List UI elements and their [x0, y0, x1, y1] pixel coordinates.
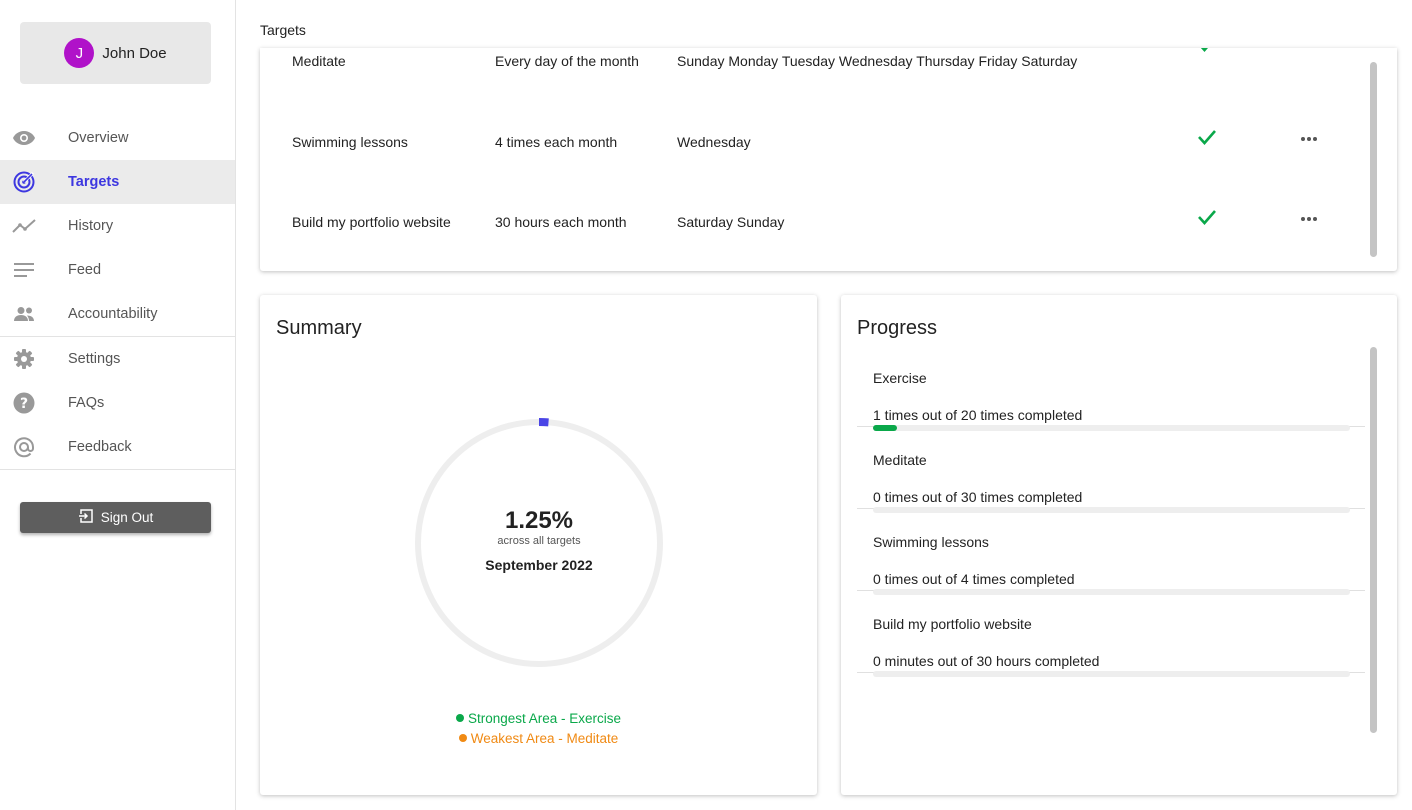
check-icon [1197, 48, 1217, 56]
sidebar-item-accountability[interactable]: Accountability [0, 292, 235, 336]
weakest-area: Weakest Area - Meditate [260, 729, 817, 749]
targets-scrollbar[interactable] [1370, 62, 1377, 257]
summary-percent: 1.25% [504, 507, 574, 534]
sidebar-nav: Overview Targets History Feed Accountabi… [0, 116, 235, 470]
people-icon [12, 303, 36, 325]
strongest-area-label: Strongest Area - Exercise [467, 711, 622, 726]
sign-out-label: Sign Out [100, 510, 154, 525]
progress-target-name: Build my portfolio website [873, 616, 1032, 632]
target-name: Build my portfolio website [292, 214, 451, 230]
svg-text:?: ? [20, 396, 28, 412]
at-icon [12, 436, 36, 458]
sidebar-item-label: Settings [68, 351, 121, 367]
green-dot-icon [455, 714, 464, 722]
target-days: Saturday Sunday [677, 214, 785, 230]
user-profile-card[interactable]: J John Doe [20, 22, 211, 84]
target-frequency: 4 times each month [495, 134, 618, 150]
list-item: Meditate 0 times out of 30 times complet… [857, 427, 1365, 513]
more-options-icon[interactable] [1300, 130, 1318, 151]
sidebar-item-label: Feedback [68, 439, 132, 455]
target-days: Sunday Monday Tuesday Wednesday Thursday… [677, 53, 1078, 69]
sidebar-item-faqs[interactable]: ? FAQs [0, 381, 235, 425]
help-icon: ? [12, 392, 36, 414]
weakest-area-label: Weakest Area - Meditate [470, 731, 619, 746]
progress-card: Progress Exercise 1 times out of 20 time… [841, 295, 1397, 795]
page-title: Targets [260, 22, 306, 38]
avatar: J [64, 38, 95, 68]
table-row[interactable]: Meditate Every day of the month Sunday M… [260, 48, 1370, 77]
list-item: Build my portfolio website 0 minutes out… [857, 591, 1365, 677]
check-icon [1197, 208, 1217, 229]
progress-scrollbar[interactable] [1370, 347, 1377, 733]
sidebar-item-overview[interactable]: Overview [0, 116, 235, 160]
sidebar-item-feedback[interactable]: Feedback [0, 425, 235, 469]
progress-list: Exercise 1 times out of 20 times complet… [857, 345, 1365, 677]
lines-icon [12, 259, 36, 281]
list-item: Swimming lessons 0 times out of 4 times … [857, 509, 1365, 595]
table-row[interactable]: Swimming lessons 4 times each month Wedn… [260, 128, 1370, 158]
sidebar-item-label: Overview [68, 130, 129, 146]
sidebar: J John Doe Overview Targets History Feed… [0, 0, 236, 810]
progress-target-name: Meditate [873, 452, 927, 468]
strongest-area: Strongest Area - Exercise [260, 709, 817, 729]
target-icon [12, 171, 36, 193]
nav-divider [0, 469, 235, 470]
sign-out-button[interactable]: Sign Out [20, 502, 211, 533]
sidebar-item-settings[interactable]: Settings [0, 337, 235, 381]
sidebar-item-history[interactable]: History [0, 204, 235, 248]
summary-percent-caption: across all targets [497, 535, 581, 547]
progress-bar [873, 671, 1350, 677]
more-options-icon[interactable] [1300, 210, 1318, 231]
sidebar-item-targets[interactable]: Targets [0, 160, 235, 204]
eye-icon [12, 127, 36, 149]
targets-table: Meditate Every day of the month Sunday M… [260, 48, 1397, 271]
gear-icon [12, 348, 36, 370]
target-frequency: Every day of the month [495, 53, 639, 69]
progress-target-name: Exercise [873, 370, 927, 386]
trend-icon [12, 215, 36, 237]
table-row[interactable]: Build my portfolio website 30 hours each… [260, 208, 1370, 238]
progress-target-name: Swimming lessons [873, 534, 989, 550]
sidebar-item-feed[interactable]: Feed [0, 248, 235, 292]
target-days: Wednesday [677, 134, 751, 150]
sidebar-item-label: Targets [68, 174, 120, 190]
sign-out-icon [78, 509, 93, 526]
progress-title: Progress [857, 317, 938, 339]
progress-text: 0 times out of 30 times completed [873, 489, 1083, 505]
summary-center: 1.25% across all targets September 2022 [414, 507, 664, 573]
summary-card: Summary 1.25% across all targets Septemb… [260, 295, 817, 795]
sidebar-item-label: Feed [68, 262, 102, 278]
sidebar-item-label: History [68, 218, 114, 234]
progress-text: 0 minutes out of 30 hours completed [873, 653, 1100, 669]
target-name: Swimming lessons [292, 134, 408, 150]
sidebar-item-label: Accountability [68, 306, 158, 322]
summary-month: September 2022 [485, 557, 593, 573]
check-icon [1197, 128, 1217, 149]
target-name: Meditate [292, 53, 346, 69]
summary-title: Summary [276, 317, 362, 339]
list-item: Exercise 1 times out of 20 times complet… [857, 345, 1365, 431]
progress-text: 1 times out of 20 times completed [873, 407, 1083, 423]
user-name: John Doe [102, 44, 167, 62]
summary-legend: Strongest Area - Exercise Weakest Area -… [260, 709, 817, 749]
target-frequency: 30 hours each month [495, 214, 627, 230]
progress-text: 0 times out of 4 times completed [873, 571, 1075, 587]
sidebar-item-label: FAQs [68, 395, 105, 411]
orange-dot-icon [458, 734, 467, 742]
